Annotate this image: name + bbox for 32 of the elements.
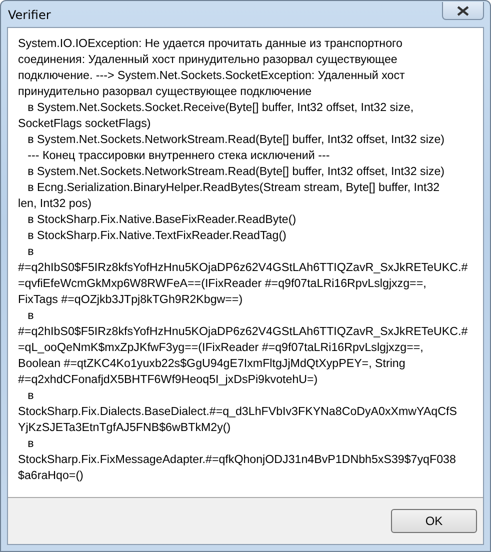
message-line: SocketFlags socketFlags) <box>18 116 152 132</box>
message-line: #=q2hIbS0$F5IRz8kfsYofHzHnu5KOjaDP6z62V4GStLAh6TTIQZavR_SxJkRETeUKC.# <box>18 324 469 340</box>
message-line: StockSharp.Fix.FixMessageAdapter.#=qfkQhonjODJ31n4BvP1DNbh5xS39$7yqF038 <box>18 452 457 468</box>
close-button[interactable] <box>442 2 484 20</box>
message-line: соединения: Удаленный хост принудительно разорвал существующее <box>18 52 398 68</box>
message-line: =qvfiEfeWcmGkMxp6W8RWFeA==(IFixReader #=q9f07taLRi16RpvLslgjxzg==, <box>18 276 428 292</box>
ok-button[interactable]: OK <box>391 509 477 533</box>
message-line: FixTags #=qOZjkb3JTpj8kTGh9R2Kbgw==) <box>18 292 244 308</box>
message-line: в System.Net.Sockets.Socket.Receive(Byte[] buffer, Int32 offset, Int32 size, <box>26 100 415 116</box>
message-line: в <box>26 308 35 324</box>
message-line: в <box>26 244 35 260</box>
message-line: в StockSharp.Fix.Native.BaseFixReader.ReadByte() <box>26 212 298 228</box>
message-line: #=q2xhdCFonafjdX5BHTF6Wf9Heoq5I_jxDsPi9kvotehU=) <box>18 372 319 388</box>
message-line: YjKzSJETa3EtnTgfAJ5FNB$6wBTkM2y() <box>18 420 232 436</box>
message-line: len, Int32 pos) <box>18 196 92 212</box>
message-line: #=q2hIbS0$F5IRz8kfsYofHzHnu5KOjaDP6z62V4GStLAh6TTIQZavR_SxJkRETeUKC.# <box>18 260 469 276</box>
message-line: Boolean #=qtZKC4Ko1yuxb22s$GgU94gE7IxmFltgJjMdQtXypPEY=, String <box>18 356 406 372</box>
message-line: принудительно разорвал существующее подключение <box>18 84 313 100</box>
message-line: --- Конец трассировки внутреннего стека исключений --- <box>26 148 331 164</box>
message-line: System.IO.IOException: Не удается прочитать данные из транспортного <box>18 36 404 52</box>
message-line: $a6raHqo=() <box>18 468 84 484</box>
window-title: Verifier <box>7 7 51 22</box>
message-line: в StockSharp.Fix.Native.TextFixReader.ReadTag() <box>26 228 288 244</box>
message-line: в System.Net.Sockets.NetworkStream.Read(Byte[] buffer, Int32 offset, Int32 size) <box>26 132 446 148</box>
message-line: в Ecng.Serialization.BinaryHelper.ReadBytes(Stream stream, Byte[] buffer, Int32 <box>26 180 441 196</box>
message-line: в <box>26 436 35 452</box>
close-icon <box>457 6 469 16</box>
message-line: в System.Net.Sockets.NetworkStream.Read(Byte[] buffer, Int32 offset, Int32 size) <box>26 164 446 180</box>
message-line: =qL_ooQeNmK$mxZpJKfwF3yg==(IFixReader #=q9f07taLRi16RpvLslgjxzg==, <box>18 340 424 356</box>
message-line: подключение. ---> System.Net.Sockets.SocketException: Удаленный хост <box>18 68 406 84</box>
message-line: в <box>26 388 35 404</box>
message-line: StockSharp.Fix.Dialects.BaseDialect.#=q_d3LhFVbIv3FKYNa8CoDyA0xXmwYAqCfS <box>18 404 458 420</box>
